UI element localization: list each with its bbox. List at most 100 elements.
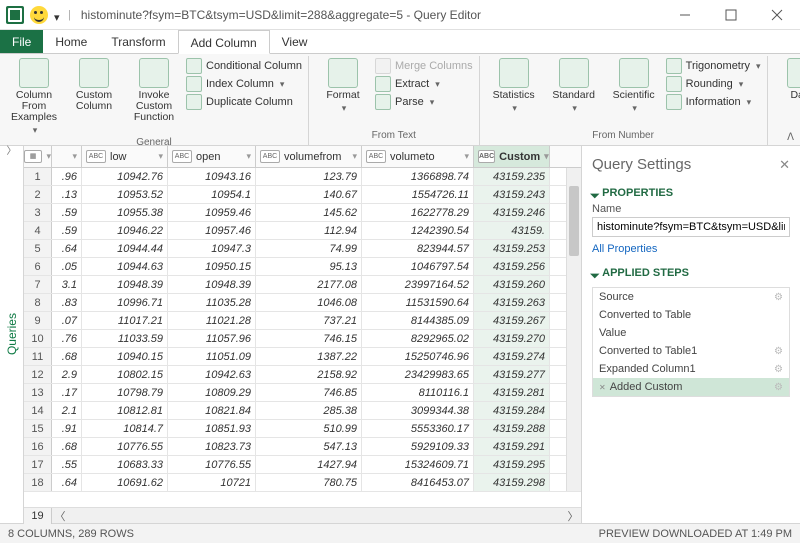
query-name-input[interactable] [592, 217, 790, 237]
table-row[interactable]: 73.110948.3910948.392177.0823997164.5243… [24, 276, 581, 294]
maximize-button[interactable] [708, 0, 754, 30]
cell[interactable]: 1366898.74 [362, 168, 474, 185]
date-button[interactable]: Date [774, 58, 800, 114]
table-row[interactable]: 15.9110814.710851.93510.995553360.174315… [24, 420, 581, 438]
cell[interactable]: 15250746.96 [362, 348, 474, 365]
cell[interactable]: 43159.243 [474, 186, 550, 203]
cell[interactable]: 43159.281 [474, 384, 550, 401]
cell[interactable]: 1046797.54 [362, 258, 474, 275]
cell[interactable]: 10957.46 [168, 222, 256, 239]
index-column-button[interactable]: Index Column [186, 76, 302, 92]
table-row[interactable]: 17.5510683.3310776.551427.9415324609.714… [24, 456, 581, 474]
cell[interactable]: 2.1 [52, 402, 82, 419]
cell[interactable]: 3.1 [52, 276, 82, 293]
gear-icon[interactable]: ⚙ [774, 382, 783, 393]
cell[interactable]: 15324609.71 [362, 456, 474, 473]
cell[interactable]: 8292965.02 [362, 330, 474, 347]
cell[interactable]: 10944.63 [82, 258, 168, 275]
cell[interactable]: 3099344.38 [362, 402, 474, 419]
cell[interactable]: 43159.260 [474, 276, 550, 293]
cell[interactable]: 10776.55 [82, 438, 168, 455]
cell[interactable]: 10798.79 [82, 384, 168, 401]
duplicate-column-button[interactable]: Duplicate Column [186, 94, 302, 110]
table-row[interactable]: 142.110812.8110821.84285.383099344.38431… [24, 402, 581, 420]
extract-button[interactable]: Extract [375, 76, 473, 92]
cell[interactable]: .07 [52, 312, 82, 329]
rounding-button[interactable]: Rounding [666, 76, 761, 92]
cell[interactable]: 10814.7 [82, 420, 168, 437]
cell[interactable]: 43159.298 [474, 474, 550, 491]
row-number[interactable]: 8 [24, 294, 52, 311]
row-number[interactable]: 2 [24, 186, 52, 203]
cell[interactable]: 43159. [474, 222, 550, 239]
custom-column-button[interactable]: Custom Column [66, 58, 122, 112]
cell[interactable]: 547.13 [256, 438, 362, 455]
col-header-low[interactable]: ABClow▾ [82, 146, 168, 167]
cell[interactable]: 11021.28 [168, 312, 256, 329]
trigonometry-button[interactable]: Trigonometry [666, 58, 761, 74]
invoke-custom-function-button[interactable]: Invoke Custom Function [126, 58, 182, 123]
cell[interactable]: 10721 [168, 474, 256, 491]
cell[interactable]: .59 [52, 222, 82, 239]
cell[interactable]: 10802.15 [82, 366, 168, 383]
cell[interactable]: 10996.71 [82, 294, 168, 311]
parse-button[interactable]: Parse [375, 94, 473, 110]
close-button[interactable] [754, 0, 800, 30]
row-number[interactable]: 9 [24, 312, 52, 329]
cell[interactable]: 123.79 [256, 168, 362, 185]
cell[interactable]: 2177.08 [256, 276, 362, 293]
row-number[interactable]: 14 [24, 402, 52, 419]
scrollbar-thumb[interactable] [569, 186, 579, 256]
cell[interactable]: 10691.62 [82, 474, 168, 491]
statistics-button[interactable]: Statistics [486, 58, 542, 114]
format-button[interactable]: Format [315, 58, 371, 114]
cell[interactable]: 5553360.17 [362, 420, 474, 437]
cell[interactable]: 1427.94 [256, 456, 362, 473]
gear-icon[interactable]: ⚙ [774, 346, 783, 357]
table-row[interactable]: 11.6810940.1511051.091387.2215250746.964… [24, 348, 581, 366]
row-number[interactable]: 5 [24, 240, 52, 257]
cell[interactable]: 10946.22 [82, 222, 168, 239]
cell[interactable]: 95.13 [256, 258, 362, 275]
minimize-button[interactable] [662, 0, 708, 30]
cell[interactable]: 10821.84 [168, 402, 256, 419]
row-number[interactable]: 16 [24, 438, 52, 455]
gear-icon[interactable]: ⚙ [774, 292, 783, 303]
scientific-button[interactable]: Scientific [606, 58, 662, 114]
table-row[interactable]: 1.9610942.7610943.16123.791366898.744315… [24, 168, 581, 186]
cell[interactable]: 746.15 [256, 330, 362, 347]
cell[interactable]: .64 [52, 240, 82, 257]
table-row[interactable]: 18.6410691.6210721780.758416453.0743159.… [24, 474, 581, 492]
cell[interactable]: 8144385.09 [362, 312, 474, 329]
cell[interactable]: 1554726.11 [362, 186, 474, 203]
col-header-custom[interactable]: ABCCustom▾ [474, 146, 550, 167]
cell[interactable]: 1622778.29 [362, 204, 474, 221]
table-row[interactable]: 122.910802.1510942.632158.9223429983.654… [24, 366, 581, 384]
cell[interactable]: .59 [52, 204, 82, 221]
conditional-column-button[interactable]: Conditional Column [186, 58, 302, 74]
cell[interactable]: 1046.08 [256, 294, 362, 311]
cell[interactable]: 10776.55 [168, 456, 256, 473]
tab-transform[interactable]: Transform [99, 30, 177, 53]
table-row[interactable]: 2.1310953.5210954.1140.671554726.1143159… [24, 186, 581, 204]
table-row[interactable]: 10.7611033.5911057.96746.158292965.02431… [24, 330, 581, 348]
col-header-volumefrom[interactable]: ABCvolumefrom▾ [256, 146, 362, 167]
scroll-right-button[interactable]: 〉 [565, 508, 581, 524]
cell[interactable]: 140.67 [256, 186, 362, 203]
cell[interactable]: .68 [52, 438, 82, 455]
cell[interactable]: 780.75 [256, 474, 362, 491]
cell[interactable]: 11033.59 [82, 330, 168, 347]
step-added-custom[interactable]: Added Custom⚙ [593, 378, 789, 396]
table-row[interactable]: 3.5910955.3810959.46145.621622778.294315… [24, 204, 581, 222]
table-row[interactable]: 8.8310996.7111035.281046.0811531590.6443… [24, 294, 581, 312]
step-converted-to-table1[interactable]: Converted to Table1⚙ [593, 342, 789, 360]
cell[interactable]: 10683.33 [82, 456, 168, 473]
cell[interactable]: 10851.93 [168, 420, 256, 437]
table-row[interactable]: 16.6810776.5510823.73547.135929109.33431… [24, 438, 581, 456]
cell[interactable]: 10942.63 [168, 366, 256, 383]
cell[interactable]: 43159.256 [474, 258, 550, 275]
ribbon-collapse-button[interactable]: ᐱ [787, 132, 794, 143]
all-properties-link[interactable]: All Properties [592, 243, 790, 255]
cell[interactable]: 43159.246 [474, 204, 550, 221]
cell[interactable]: 10940.15 [82, 348, 168, 365]
